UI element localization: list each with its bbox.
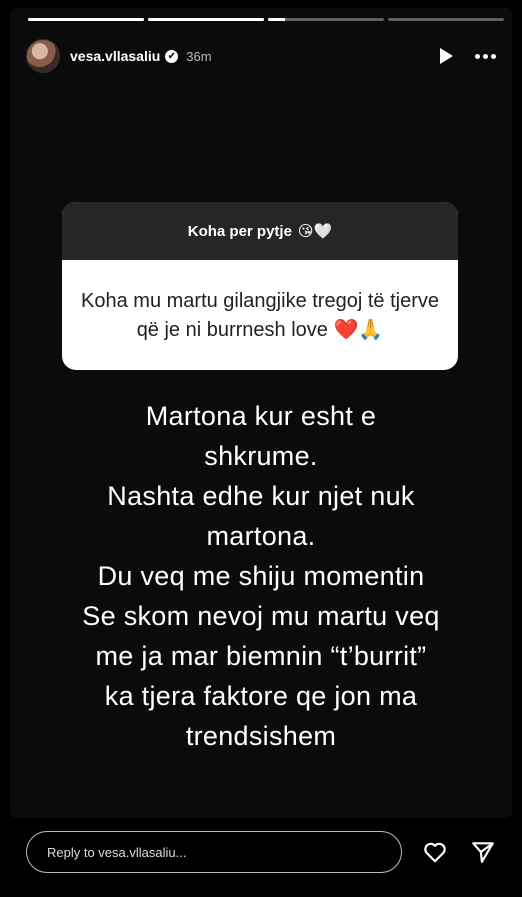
caption-line: Martona kur esht e <box>145 401 377 431</box>
caption-line: Du veq me shiju momentin <box>97 561 425 591</box>
progress-segment <box>388 18 504 21</box>
more-options-icon[interactable] <box>475 53 496 59</box>
progress-fill <box>28 18 144 21</box>
question-title: Koha per pytje 😘🤍 <box>62 202 458 260</box>
story-progress-bar <box>28 18 504 21</box>
question-answer-text: Koha mu martu gilangjike tregoj të tjerv… <box>81 289 439 341</box>
reply-placeholder: Reply to vesa.vllasaliu... <box>47 844 187 860</box>
caption-line: Nashta edhe kur njet nuk <box>107 481 415 511</box>
question-answer-emoji: ❤️🙏 <box>333 316 384 341</box>
caption-line: shkrume. <box>204 441 318 471</box>
caption-line: me ja mar biemnin “t’burrit” <box>95 641 427 671</box>
story-caption: Martona kur esht e shkrume. Nashta edhe … <box>30 396 492 756</box>
post-time: 36m <box>186 48 212 64</box>
question-title-emoji: 😘🤍 <box>297 222 333 240</box>
progress-segment <box>268 18 384 21</box>
send-icon[interactable] <box>470 839 496 865</box>
heart-icon[interactable] <box>422 839 448 865</box>
caption-line: Se skom nevoj mu martu veq <box>82 601 440 631</box>
progress-segment <box>148 18 264 21</box>
story-footer: Reply to vesa.vllasaliu... <box>26 830 496 874</box>
avatar[interactable] <box>26 39 60 73</box>
caption-line: martona. <box>206 521 316 551</box>
username[interactable]: vesa.vllasaliu <box>70 48 160 64</box>
story-header: vesa.vllasaliu ✔ 36m <box>26 38 496 74</box>
story-card[interactable]: vesa.vllasaliu ✔ 36m Koha per pytje 😘🤍 K… <box>10 8 512 818</box>
verified-badge-icon: ✔ <box>165 49 179 63</box>
reply-input[interactable]: Reply to vesa.vllasaliu... <box>26 831 402 873</box>
play-icon[interactable] <box>440 48 453 64</box>
story-viewer: vesa.vllasaliu ✔ 36m Koha per pytje 😘🤍 K… <box>0 0 522 897</box>
caption-line: ka tjera faktore qe jon ma <box>104 681 418 711</box>
progress-fill <box>268 18 286 21</box>
question-answer: Koha mu martu gilangjike tregoj të tjerv… <box>62 260 458 370</box>
progress-segment <box>28 18 144 21</box>
caption-line: trendsishem <box>185 721 337 751</box>
question-title-text: Koha per pytje <box>187 222 292 240</box>
progress-fill <box>148 18 264 21</box>
question-sticker: Koha per pytje 😘🤍 Koha mu martu gilangji… <box>62 202 458 370</box>
